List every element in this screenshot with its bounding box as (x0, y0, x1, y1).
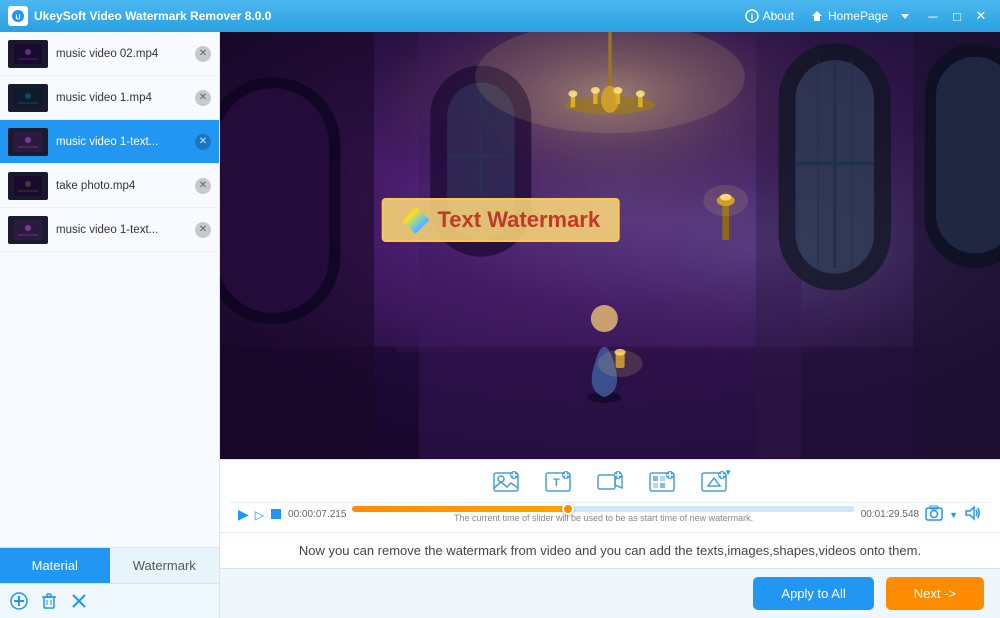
playback-row: ▶ ▷ 00:00:07.215 The current time of sli… (230, 502, 990, 528)
file-name: take photo.mp4 (56, 180, 195, 192)
app-title: UkeySoft Video Watermark Remover 8.0.0 (34, 9, 739, 23)
tab-row: Material Watermark (0, 547, 219, 583)
add-video-icon (596, 470, 624, 494)
more-tools-button[interactable]: ▼ (692, 466, 736, 498)
add-image-button[interactable] (484, 466, 528, 498)
file-name: music video 02.mp4 (56, 48, 195, 60)
scene-svg (220, 32, 1000, 459)
sidebar: music video 02.mp4 ✕ music video 1.mp4 ✕… (0, 32, 220, 618)
minimize-button[interactable]: ─ (922, 5, 944, 27)
info-text: Now you can remove the watermark from vi… (299, 543, 921, 558)
step-button[interactable]: ▷ (255, 508, 264, 522)
file-thumbnail (8, 216, 48, 244)
file-name: music video 1-text... (56, 224, 195, 236)
window-controls: ─ □ ✕ (922, 5, 992, 27)
file-item[interactable]: music video 1.mp4 ✕ (0, 76, 219, 120)
svg-text:i: i (750, 12, 753, 22)
bottom-bar: Apply to All Next -> (220, 568, 1000, 618)
trash-icon (40, 592, 58, 610)
x-icon (70, 592, 88, 610)
lock-icon: i (745, 9, 759, 23)
time-total: 00:01:29.548 (861, 509, 919, 520)
file-thumbnail (8, 172, 48, 200)
mosaic-icon (648, 470, 676, 494)
file-remove-button[interactable]: ✕ (195, 90, 211, 106)
timeline-fill (352, 506, 568, 512)
timeline[interactable]: The current time of slider will be used … (352, 506, 854, 523)
action-row (0, 583, 219, 618)
file-remove-button[interactable]: ✕ (195, 46, 211, 62)
svg-text:T: T (553, 477, 560, 489)
dropdown-arrow-icon (898, 9, 912, 23)
file-list: music video 02.mp4 ✕ music video 1.mp4 ✕… (0, 32, 219, 547)
svg-text:U: U (15, 15, 20, 22)
file-thumbnail (8, 84, 48, 112)
app-icon: U (8, 6, 28, 26)
add-image-icon (492, 470, 520, 494)
timeline-bar[interactable] (352, 506, 854, 512)
stop-button[interactable] (270, 507, 282, 523)
main-layout: music video 02.mp4 ✕ music video 1.mp4 ✕… (0, 32, 1000, 618)
video-preview: Text Watermark (220, 32, 1000, 459)
about-link[interactable]: i About (739, 7, 800, 25)
file-thumbnail (8, 128, 48, 156)
toolbar-area: T ▼ (220, 459, 1000, 532)
timeline-hint: The current time of slider will be used … (352, 513, 854, 523)
watermark-label: Text Watermark (437, 207, 600, 233)
camera-icon (925, 505, 943, 521)
file-remove-button[interactable]: ✕ (195, 222, 211, 238)
add-file-button[interactable] (10, 592, 28, 610)
next-button[interactable]: Next -> (886, 577, 984, 610)
nav-links: i About HomePage (739, 7, 912, 25)
file-name: music video 1.mp4 (56, 92, 195, 104)
info-bar: Now you can remove the watermark from vi… (220, 532, 1000, 568)
clear-button[interactable] (70, 592, 88, 610)
homepage-link[interactable]: HomePage (804, 7, 894, 25)
volume-button[interactable] (964, 505, 982, 524)
add-video-button[interactable] (588, 466, 632, 498)
file-thumbnail (8, 40, 48, 68)
toolbar-icons: T ▼ (230, 466, 990, 498)
file-remove-button[interactable]: ✕ (195, 134, 211, 150)
volume-icon (964, 505, 982, 521)
play-button[interactable]: ▶ (238, 506, 249, 523)
video-background: Text Watermark (220, 32, 1000, 459)
mosaic-button[interactable] (640, 466, 684, 498)
screenshot-button[interactable] (925, 505, 943, 524)
add-text-button[interactable]: T (536, 466, 580, 498)
camera-dropdown[interactable]: ▼ (949, 510, 958, 520)
content-area: Text Watermark T (220, 32, 1000, 618)
title-bar: U UkeySoft Video Watermark Remover 8.0.0… (0, 0, 1000, 32)
dropdown-arrow-icon: ▼ (724, 468, 732, 477)
plus-icon (10, 592, 28, 610)
file-item-active[interactable]: music video 1-text... ✕ (0, 120, 219, 164)
tab-material[interactable]: Material (0, 548, 110, 583)
file-remove-button[interactable]: ✕ (195, 178, 211, 194)
file-item[interactable]: music video 02.mp4 ✕ (0, 32, 219, 76)
file-item[interactable]: music video 1-text... ✕ (0, 208, 219, 252)
add-text-icon: T (544, 470, 572, 494)
file-name: music video 1-text... (56, 136, 195, 148)
watermark-icon (401, 206, 429, 234)
time-current: 00:00:07.215 (288, 509, 346, 520)
delete-file-button[interactable] (40, 592, 58, 610)
home-icon (810, 9, 824, 23)
apply-to-all-button[interactable]: Apply to All (753, 577, 873, 610)
watermark-overlay[interactable]: Text Watermark (381, 198, 620, 242)
timeline-thumb[interactable] (562, 503, 574, 515)
tab-watermark[interactable]: Watermark (110, 548, 220, 583)
file-item[interactable]: take photo.mp4 ✕ (0, 164, 219, 208)
restore-button[interactable]: □ (946, 5, 968, 27)
close-button[interactable]: ✕ (970, 5, 992, 27)
